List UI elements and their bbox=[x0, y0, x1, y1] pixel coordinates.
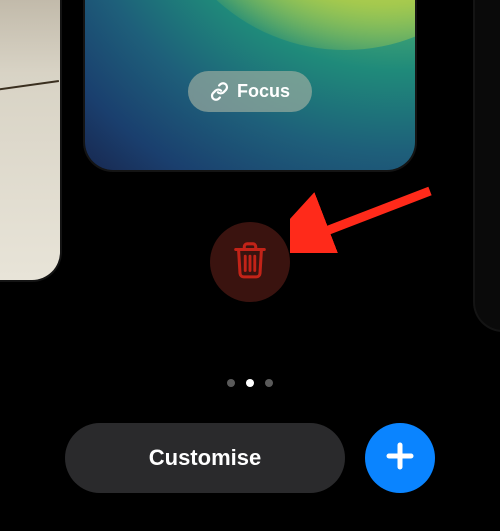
page-indicator bbox=[227, 379, 273, 387]
wallpaper-card-next[interactable] bbox=[475, 0, 500, 330]
link-icon bbox=[210, 82, 229, 101]
page-dot bbox=[265, 379, 273, 387]
add-wallpaper-button[interactable] bbox=[365, 423, 435, 493]
focus-label: Focus bbox=[237, 81, 290, 102]
delete-wallpaper-button[interactable] bbox=[210, 222, 290, 302]
focus-link-button[interactable]: Focus bbox=[188, 71, 312, 112]
customise-label: Customise bbox=[149, 445, 261, 471]
customise-button[interactable]: Customise bbox=[65, 423, 345, 493]
bottom-toolbar: Customise bbox=[0, 423, 500, 493]
wallpaper-card-prev[interactable] bbox=[0, 0, 60, 280]
page-dot-active bbox=[246, 379, 254, 387]
wallpaper-card-current[interactable]: Focus bbox=[85, 0, 415, 170]
page-dot bbox=[227, 379, 235, 387]
trash-icon bbox=[231, 240, 269, 285]
plus-icon bbox=[382, 438, 418, 479]
